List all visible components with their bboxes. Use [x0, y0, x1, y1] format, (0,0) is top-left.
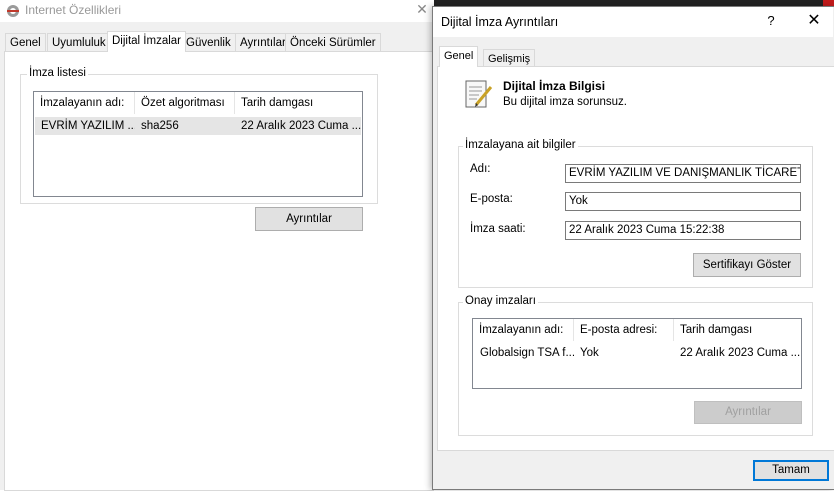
group-label: İmza listesi: [27, 67, 88, 79]
tab-gelismis[interactable]: Gelişmiş: [483, 49, 536, 67]
help-button[interactable]: ?: [763, 13, 779, 31]
tab-uyumluluk[interactable]: Uyumluluk: [47, 33, 111, 51]
signature-list-group: İmza listesi İmzalayanın adı: Özet algor…: [20, 67, 378, 204]
countersignature-list[interactable]: İmzalayanın adı: E-posta adresi: Tarih d…: [472, 318, 802, 389]
digest-cell: sha256: [141, 120, 179, 132]
column-header[interactable]: Tarih damgası: [673, 319, 801, 341]
tab-genel[interactable]: Genel: [439, 46, 479, 67]
tab-genel[interactable]: Genel: [5, 33, 46, 51]
name-label: Adı:: [470, 163, 491, 175]
group-label: İmzalayana ait bilgiler: [463, 139, 578, 151]
close-button[interactable]: ✕: [803, 11, 825, 33]
email-field[interactable]: Yok: [565, 192, 801, 211]
tab-onceki-surumler[interactable]: Önceki Sürümler: [285, 33, 381, 51]
signature-list[interactable]: İmzalayanın adı: Özet algoritması Tarih …: [33, 91, 363, 197]
ok-button[interactable]: Tamam: [753, 460, 829, 481]
info-heading: Dijital İmza Bilgisi: [503, 79, 606, 93]
tab-panel: İmza listesi İmzalayanın adı: Özet algor…: [4, 51, 434, 491]
view-certificate-button[interactable]: Sertifikayı Göster: [693, 253, 801, 277]
info-status: Bu dijital imza sorunsuz.: [503, 96, 627, 108]
timestamp-cell: 22 Aralık 2023 Cuma ...: [241, 120, 361, 132]
column-header[interactable]: İmzalayanın adı:: [473, 319, 573, 341]
internet-properties-window: Internet Özellikleri ✕ Genel Uyumluluk D…: [0, 0, 441, 491]
dialog-tab-panel: Dijital İmza Bilgisi Bu dijital imza sor…: [437, 66, 834, 451]
digital-signature-details-dialog: Dijital İmza Ayrıntıları ? ✕ Genel Geliş…: [432, 6, 834, 490]
signing-time-field[interactable]: 22 Aralık 2023 Cuma 15:22:38: [565, 221, 801, 240]
dialog-title: Dijital İmza Ayrıntıları: [441, 15, 559, 29]
signer-name-cell: Globalsign TSA f...: [480, 347, 574, 359]
column-header[interactable]: İmzalayanın adı:: [34, 92, 134, 114]
window-title: Internet Özellikleri: [25, 3, 122, 17]
name-field[interactable]: EVRİM YAZILIM VE DANIŞMANLIK TİCARET A.Ş…: [565, 164, 801, 183]
countersignatures-group: Onay imzaları İmzalayanın adı: E-posta a…: [458, 295, 813, 436]
window-titlebar: Internet Özellikleri ✕: [0, 0, 440, 22]
email-cell: Yok: [580, 347, 599, 359]
app-icon: [7, 5, 19, 17]
signer-info-group: İmzalayana ait bilgiler Adı: EVRİM YAZIL…: [458, 139, 813, 288]
group-label: Onay imzaları: [463, 295, 538, 307]
signer-name-cell: EVRİM YAZILIM ...: [41, 120, 135, 132]
table-row[interactable]: EVRİM YAZILIM ... sha256 22 Aralık 2023 …: [35, 117, 361, 135]
details-button[interactable]: Ayrıntılar: [255, 207, 363, 231]
column-header[interactable]: Tarih damgası: [234, 92, 362, 114]
timestamp-cell: 22 Aralık 2023 Cuma ...: [680, 347, 800, 359]
tab-ayrintilar[interactable]: Ayrıntılar: [235, 33, 291, 51]
dialog-titlebar: Dijital İmza Ayrıntıları ? ✕: [433, 7, 833, 37]
signed-document-icon: [465, 80, 493, 108]
tab-guvenlik[interactable]: Güvenlik: [181, 33, 236, 51]
tab-dijital-imzalar[interactable]: Dijital İmzalar: [107, 31, 187, 52]
table-row[interactable]: Globalsign TSA f... Yok 22 Aralık 2023 C…: [474, 344, 800, 362]
time-label: İmza saati:: [470, 223, 526, 235]
email-label: E-posta:: [470, 193, 513, 205]
close-icon[interactable]: ✕: [412, 0, 432, 20]
countersignature-details-button[interactable]: Ayrıntılar: [694, 401, 802, 424]
column-header[interactable]: Özet algoritması: [134, 92, 234, 114]
column-header[interactable]: E-posta adresi:: [573, 319, 673, 341]
